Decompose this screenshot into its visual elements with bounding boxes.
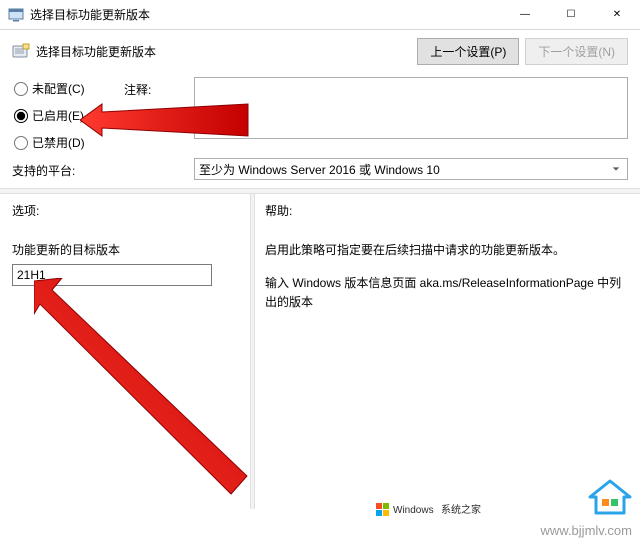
radio-disabled-input[interactable]: [14, 136, 28, 150]
target-version-input[interactable]: [12, 264, 212, 286]
svg-text:系统之家: 系统之家: [441, 503, 481, 516]
window-title: 选择目标功能更新版本: [30, 6, 150, 23]
comment-textarea[interactable]: [194, 77, 628, 139]
watermark-url: www.bjjmlv.com: [541, 523, 633, 538]
comment-label: 注释:: [124, 77, 192, 98]
supported-platform-value: 至少为 Windows Server 2016 或 Windows 10: [199, 161, 440, 178]
help-paragraph-1: 启用此策略可指定要在后续扫描中请求的功能更新版本。: [265, 241, 628, 260]
platform-label: 支持的平台:: [12, 158, 122, 179]
next-setting-button: 下一个设置(N): [525, 38, 628, 65]
app-icon: [8, 7, 24, 23]
bottom-section: 选项: 功能更新的目标版本 帮助: 启用此策略可指定要在后续扫描中请求的功能更新…: [0, 194, 640, 509]
svg-text:Windows: Windows: [393, 505, 434, 516]
help-pane: 帮助: 启用此策略可指定要在后续扫描中请求的功能更新版本。 输入 Windows…: [255, 194, 640, 509]
titlebar: 选择目标功能更新版本 — ☐ ✕: [0, 0, 640, 30]
radio-enabled[interactable]: 已启用(E): [12, 104, 122, 127]
page-title: 选择目标功能更新版本: [36, 43, 156, 60]
policy-icon: [12, 43, 30, 61]
maximize-button[interactable]: ☐: [548, 0, 594, 30]
radio-disabled-label: 已禁用(D): [32, 134, 85, 151]
radio-enabled-input[interactable]: [14, 109, 28, 123]
chevron-down-icon: [608, 161, 624, 177]
minimize-button[interactable]: —: [502, 0, 548, 30]
options-pane: 选项: 功能更新的目标版本: [0, 194, 250, 509]
watermark-house-icon: [588, 479, 632, 518]
prev-setting-button[interactable]: 上一个设置(P): [417, 38, 519, 65]
radio-not-configured-label: 未配置(C): [32, 80, 85, 97]
close-button[interactable]: ✕: [594, 0, 640, 30]
target-version-label: 功能更新的目标版本: [12, 241, 240, 258]
radio-not-configured-input[interactable]: [14, 82, 28, 96]
help-heading: 帮助:: [265, 202, 628, 219]
watermark-logo: Windows 系统之家: [376, 491, 506, 532]
help-body: 启用此策略可指定要在后续扫描中请求的功能更新版本。 输入 Windows 版本信…: [265, 241, 628, 327]
options-heading: 选项:: [12, 202, 240, 219]
supported-platform-dropdown[interactable]: 至少为 Windows Server 2016 或 Windows 10: [194, 158, 628, 180]
help-paragraph-2: 输入 Windows 版本信息页面 aka.ms/ReleaseInformat…: [265, 274, 628, 312]
radio-enabled-label: 已启用(E): [32, 107, 84, 124]
radio-disabled[interactable]: 已禁用(D): [12, 131, 122, 154]
top-section: 选择目标功能更新版本 上一个设置(P) 下一个设置(N) 未配置(C) 注释: …: [0, 30, 640, 184]
radio-not-configured[interactable]: 未配置(C): [12, 77, 122, 100]
